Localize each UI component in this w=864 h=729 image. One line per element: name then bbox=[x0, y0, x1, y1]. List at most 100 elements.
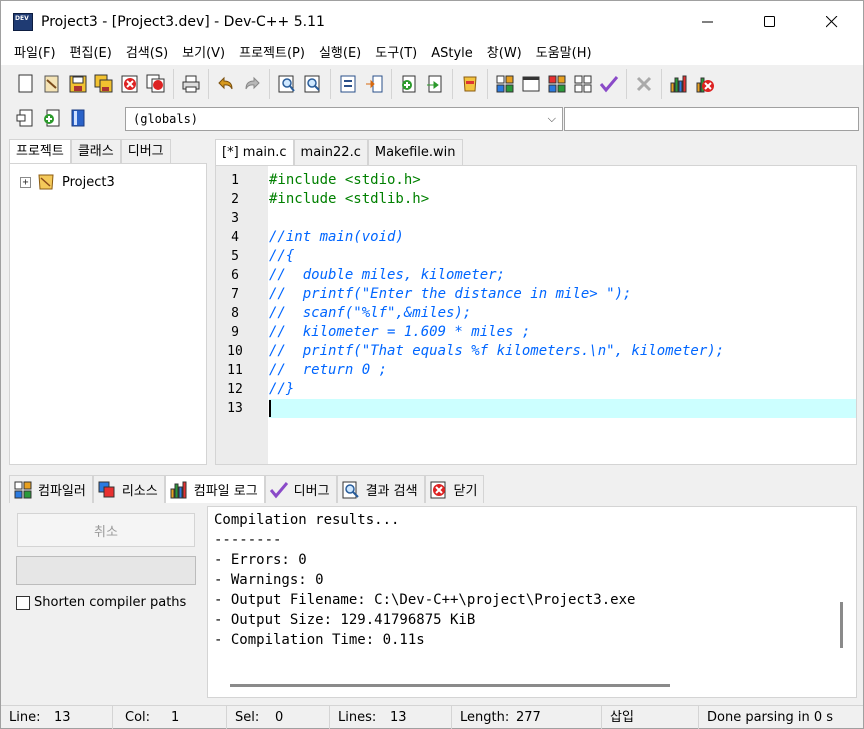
tab-debug[interactable]: 디버그 bbox=[120, 139, 171, 163]
code-line[interactable]: 9 // kilometer = 1.609 * miles ; bbox=[216, 323, 856, 342]
shorten-paths-checkbox[interactable] bbox=[16, 595, 30, 610]
open-button[interactable] bbox=[39, 71, 65, 97]
tree-expander[interactable]: + bbox=[20, 176, 31, 188]
line-number: 12 bbox=[227, 382, 243, 397]
indent-button[interactable] bbox=[335, 71, 361, 97]
profile-button[interactable] bbox=[666, 71, 692, 97]
menu-astyle[interactable]: AStyle bbox=[424, 43, 480, 65]
line-number: 7 bbox=[231, 287, 239, 302]
tab-compile-log[interactable]: 컴파일 로그 bbox=[164, 475, 265, 503]
scope-dropdown[interactable]: (globals) ⌵ bbox=[125, 107, 563, 131]
indent-icon bbox=[340, 75, 356, 93]
rebuild-grid-icon bbox=[574, 75, 592, 93]
delete-profile-button[interactable] bbox=[692, 71, 718, 97]
find-button[interactable] bbox=[274, 71, 300, 97]
code-line[interactable]: 5 //{ bbox=[216, 247, 856, 266]
save-all-button[interactable] bbox=[91, 71, 117, 97]
menu-file[interactable]: 파일(F) bbox=[7, 43, 63, 65]
shorten-paths-option[interactable]: Shorten compiler paths bbox=[16, 595, 186, 610]
stop-button[interactable] bbox=[631, 71, 657, 97]
goto-line-button[interactable] bbox=[361, 71, 387, 97]
line-number: 9 bbox=[231, 325, 239, 340]
close-all-button[interactable] bbox=[143, 71, 169, 97]
code-line[interactable]: 11 // return 0 ; bbox=[216, 361, 856, 380]
menu-edit[interactable]: 편집(E) bbox=[63, 43, 119, 65]
compile-run-icon bbox=[548, 75, 566, 93]
project-file-icon bbox=[16, 109, 33, 127]
function-dropdown[interactable] bbox=[564, 107, 859, 131]
tab-close-label: 닫기 bbox=[453, 484, 478, 499]
code-line[interactable]: 8 // scanf("%lf",&miles); bbox=[216, 304, 856, 323]
maximize-button[interactable] bbox=[739, 1, 801, 43]
log-line: Compilation results... bbox=[214, 512, 400, 528]
project-options-button[interactable] bbox=[457, 71, 483, 97]
tab-main22-c[interactable]: main22.c bbox=[293, 139, 368, 165]
print-button[interactable] bbox=[178, 71, 204, 97]
tab-debug-bottom[interactable]: 디버그 bbox=[264, 475, 337, 503]
project-new-file-button[interactable] bbox=[13, 105, 39, 131]
menu-project[interactable]: 프로젝트(P) bbox=[232, 43, 312, 65]
menu-tools[interactable]: 도구(T) bbox=[368, 43, 424, 65]
log-vertical-scrollbar[interactable] bbox=[840, 602, 843, 648]
menu-view[interactable]: 보기(V) bbox=[175, 43, 232, 65]
code-text: // printf("Enter the distance in mile> "… bbox=[269, 286, 632, 302]
log-line: - Output Size: 129.41796875 KiB bbox=[214, 612, 476, 628]
devcpp-window: Project3 - [Project3.dev] - Dev-C++ 5.11… bbox=[0, 0, 864, 729]
redo-icon bbox=[245, 76, 260, 90]
compile-run-button[interactable] bbox=[544, 71, 570, 97]
code-line[interactable]: 6 // double miles, kilometer; bbox=[216, 266, 856, 285]
compile-button[interactable] bbox=[492, 71, 518, 97]
syntax-check-button[interactable] bbox=[596, 71, 622, 97]
checkmark-icon bbox=[599, 76, 619, 93]
replace-button[interactable] bbox=[300, 71, 326, 97]
status-insert-mode: 삽입 bbox=[602, 705, 699, 729]
cancel-button[interactable]: 취소 bbox=[17, 513, 195, 547]
log-horizontal-scrollbar[interactable] bbox=[230, 684, 670, 687]
close-file-button[interactable] bbox=[117, 71, 143, 97]
redo-button[interactable] bbox=[239, 71, 265, 97]
compiler-grid-icon bbox=[14, 481, 32, 498]
compile-log-output[interactable]: Compilation results... -------- - Errors: … bbox=[207, 506, 857, 698]
code-editor[interactable]: 1 #include <stdio.h> 2 #include <stdlib.h> 3… bbox=[215, 165, 857, 465]
run-button[interactable] bbox=[518, 71, 544, 97]
shorten-paths-label: Shorten compiler paths bbox=[34, 595, 187, 610]
tab-compiler[interactable]: 컴파일러 bbox=[9, 475, 93, 503]
code-text: // return 0 ; bbox=[269, 362, 388, 378]
project-book-button[interactable] bbox=[65, 105, 91, 131]
code-line[interactable]: 13 bbox=[216, 399, 856, 418]
rebuild-all-button[interactable] bbox=[570, 71, 596, 97]
code-line[interactable]: 10 // printf("That equals %f kilometers.\… bbox=[216, 342, 856, 361]
code-line[interactable]: 1 #include <stdio.h> bbox=[216, 171, 856, 190]
project-tree-root[interactable]: + Project3 bbox=[20, 172, 115, 192]
close-button[interactable] bbox=[801, 1, 863, 43]
status-length-value: 277 bbox=[516, 709, 541, 725]
code-line[interactable]: 12 //} bbox=[216, 380, 856, 399]
debug-check-icon bbox=[269, 481, 288, 498]
save-button[interactable] bbox=[65, 71, 91, 97]
undo-button[interactable] bbox=[213, 71, 239, 97]
tab-makefile[interactable]: Makefile.win bbox=[367, 139, 463, 165]
status-col-label: Col: bbox=[125, 709, 151, 725]
code-line[interactable]: 7 // printf("Enter the distance in mile> … bbox=[216, 285, 856, 304]
left-panel-tabs: 프로젝트 클래스 디버그 bbox=[9, 139, 171, 163]
minimize-button[interactable] bbox=[677, 1, 739, 43]
bottom-panel-tabs: 컴파일러 리소스 컴파일 로그 디버그 결과 검색 닫기 bbox=[9, 475, 485, 503]
menu-window[interactable]: 창(W) bbox=[480, 43, 529, 65]
remove-from-project-button[interactable] bbox=[422, 71, 448, 97]
new-file-button[interactable] bbox=[13, 71, 39, 97]
project-add-button[interactable] bbox=[39, 105, 65, 131]
menu-help[interactable]: 도움말(H) bbox=[529, 43, 599, 65]
menu-execute[interactable]: 실행(E) bbox=[312, 43, 368, 65]
tab-close-panel[interactable]: 닫기 bbox=[424, 475, 485, 503]
tab-main-c[interactable]: [*] main.c bbox=[215, 139, 294, 166]
tab-classes[interactable]: 클래스 bbox=[70, 139, 121, 163]
code-line[interactable]: 4 //int main(void) bbox=[216, 228, 856, 247]
tab-resources[interactable]: 리소스 bbox=[92, 475, 165, 503]
code-line[interactable]: 3 bbox=[216, 209, 856, 228]
menu-search[interactable]: 검색(S) bbox=[119, 43, 175, 65]
tab-project[interactable]: 프로젝트 bbox=[9, 139, 71, 163]
tab-find-results[interactable]: 결과 검색 bbox=[336, 475, 425, 503]
code-line[interactable]: 2 #include <stdlib.h> bbox=[216, 190, 856, 209]
close-all-icon bbox=[146, 74, 165, 93]
add-to-project-button[interactable] bbox=[396, 71, 422, 97]
